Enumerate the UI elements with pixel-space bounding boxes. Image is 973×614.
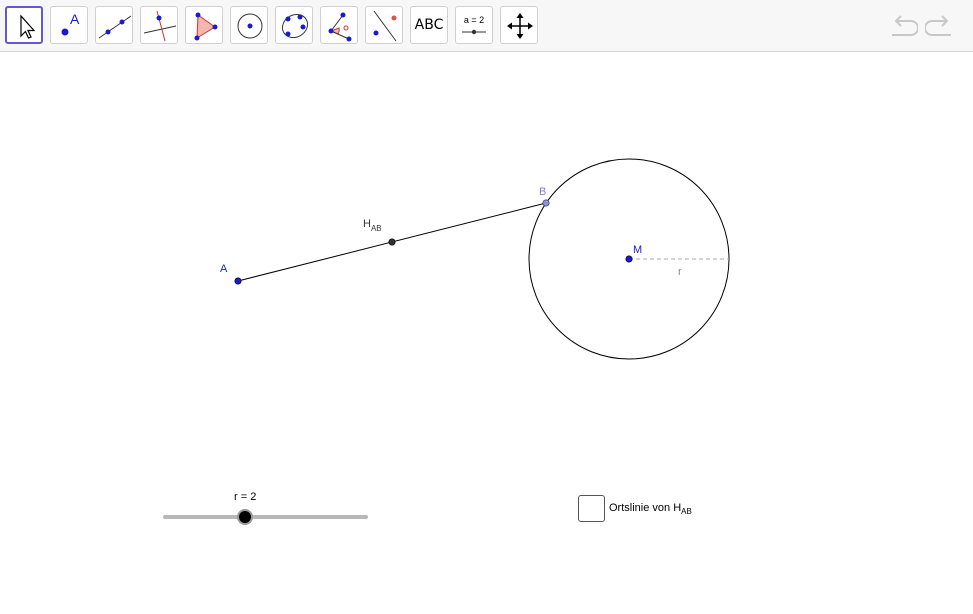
midpoint-label-main: H	[363, 218, 371, 230]
conic-tool-button[interactable]	[275, 6, 313, 44]
angle-icon	[328, 12, 352, 42]
radius-label: r	[678, 266, 682, 278]
ellipse-icon	[281, 13, 309, 39]
move-tool-button[interactable]	[5, 6, 43, 44]
point-tool-button[interactable]: A	[50, 6, 88, 44]
text-tool-label: ABC	[414, 17, 444, 33]
angle-tool-button[interactable]	[320, 6, 358, 44]
arrow-cursor-icon	[20, 14, 36, 39]
move-graphics-view-tool-button[interactable]	[500, 6, 538, 44]
line-icon	[98, 15, 132, 39]
text-tool-button[interactable]: ABC	[410, 6, 448, 44]
redo-icon	[924, 15, 951, 36]
point-m-label: M	[633, 244, 642, 256]
point-b[interactable]	[542, 199, 550, 207]
undo-icon	[892, 15, 919, 36]
point-tool-letter: A	[70, 11, 80, 27]
move-arrows-icon	[507, 13, 533, 39]
point-m[interactable]	[625, 255, 633, 263]
locus-label-sub: AB	[681, 507, 692, 517]
point-a[interactable]	[234, 277, 242, 285]
slider-icon	[462, 29, 486, 35]
locus-checkbox-label[interactable]: Ortslinie von HAB	[609, 502, 692, 516]
circle-center-point-icon	[237, 13, 263, 39]
reflect-about-line-icon	[373, 10, 397, 42]
slider-label: r = 2	[234, 491, 257, 503]
point-b-label: B	[539, 186, 546, 198]
midpoint-label: HAB	[363, 218, 382, 233]
locus-checkbox[interactable]	[578, 495, 605, 522]
undo-button[interactable]	[888, 12, 919, 40]
slider-track[interactable]	[163, 515, 368, 519]
circle-tool-button[interactable]	[230, 6, 268, 44]
toolbar: A ABC a = 2	[0, 0, 973, 52]
graphics-view[interactable]: A B M HAB r	[0, 53, 973, 614]
perpendicular-line-tool-button[interactable]	[140, 6, 178, 44]
polygon-tool-button[interactable]	[185, 6, 223, 44]
reflect-tool-button[interactable]	[365, 6, 403, 44]
slider-knob[interactable]	[237, 509, 253, 525]
midpoint-hab[interactable]	[388, 238, 396, 246]
perpendicular-line-icon	[143, 10, 177, 42]
point-a-label: A	[220, 263, 228, 275]
midpoint-label-sub: AB	[371, 224, 382, 233]
polygon-icon	[194, 12, 218, 41]
point-icon	[61, 28, 69, 36]
locus-label-main: Ortslinie von H	[609, 502, 682, 514]
line-tool-button[interactable]	[95, 6, 133, 44]
slider-tool-button[interactable]: a = 2	[455, 6, 493, 44]
redo-button[interactable]	[924, 12, 955, 40]
